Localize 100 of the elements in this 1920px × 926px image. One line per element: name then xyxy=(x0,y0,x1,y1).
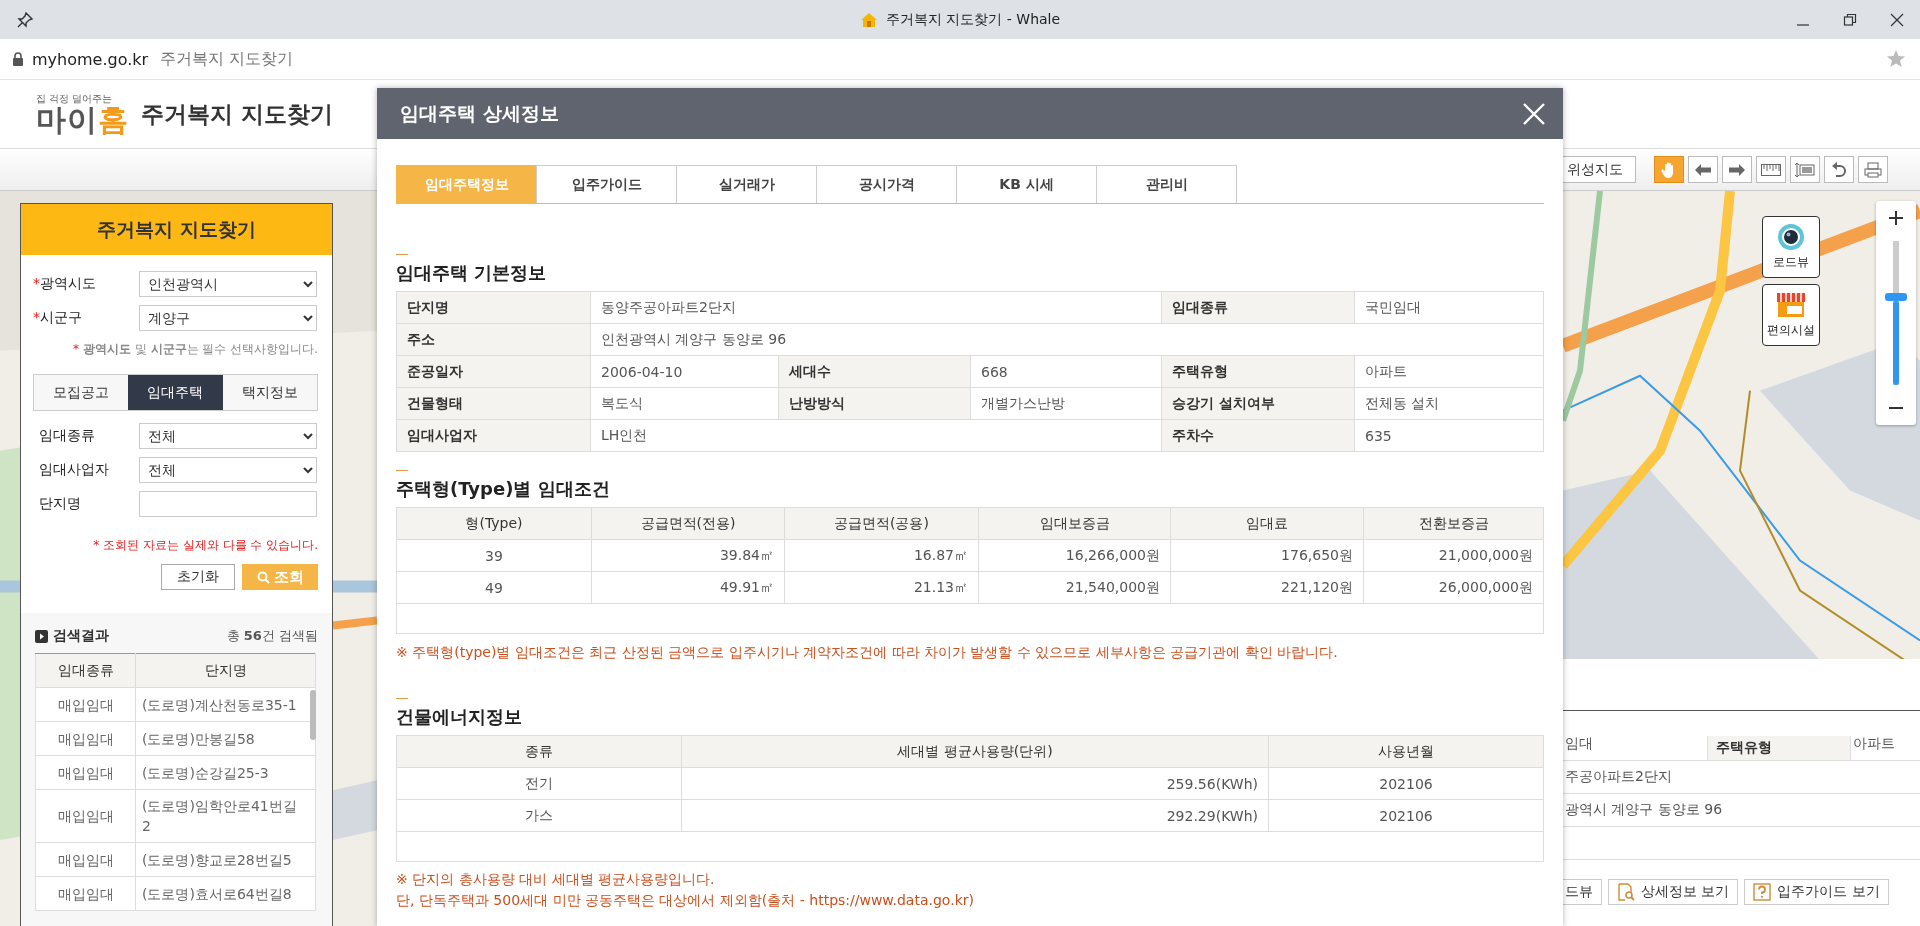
table-cell: 202106 xyxy=(1268,799,1544,832)
section-title: 주택형(Type)별 임대조건 xyxy=(396,477,611,501)
notice-text: 단, 단독주택과 500세대 미만 공동주택은 대상에서 제외함(출처 - https://www.data.go.kr) xyxy=(396,891,975,910)
filter-select[interactable]: 전체 xyxy=(139,457,317,483)
forward-button[interactable] xyxy=(1722,156,1752,183)
field-label: 임대사업자 xyxy=(38,461,110,479)
field-value: 광역시 계양구 동양로 96 xyxy=(1564,800,1724,819)
field-label: 건물형태 xyxy=(396,387,591,420)
category-tab[interactable]: 모집공고 xyxy=(34,375,129,410)
column-header: 공급면적(전용) xyxy=(591,507,785,540)
right-arrow-icon xyxy=(1728,162,1746,177)
table-cell: 49.91㎡ xyxy=(591,571,785,604)
table-cell: 292.29(KWh) xyxy=(681,799,1269,832)
field-value: 아파트 xyxy=(1852,734,1896,753)
region-select[interactable]: 계양구 xyxy=(139,305,317,331)
table-cell: 202106 xyxy=(1268,767,1544,800)
field-value: 복도식 xyxy=(590,387,779,420)
reset-button[interactable]: 초기화 xyxy=(161,564,235,590)
table-cell: 가스 xyxy=(396,799,682,832)
results-title: 검색결과 xyxy=(53,627,109,645)
column-header: 종류 xyxy=(396,735,682,768)
site-logo[interactable]: 집 걱정 덜어주는 마이홈 xyxy=(36,93,129,135)
notice-text: ※ 주택형(type)별 임대조건은 최근 산정된 금액으로 입주시기나 계약자조건에 따라 차이가 발생할 수 있으므로 세부사항은 공급기관에 확인 바랍니다. xyxy=(396,643,1339,662)
result-row[interactable]: 매입임대 (도로명)효서로64번길8 xyxy=(35,876,316,911)
pan-tool-button[interactable] xyxy=(1654,156,1684,183)
column-header: 임대보증금 xyxy=(978,507,1171,540)
field-label: 단지명 xyxy=(38,495,82,513)
column-header: 임대종류 xyxy=(35,653,136,688)
play-square-icon xyxy=(35,629,48,643)
detail-tab[interactable]: 입주가이드 xyxy=(536,165,677,203)
search-icon xyxy=(256,570,270,584)
satellite-map-button[interactable]: 위성지도 xyxy=(1560,156,1636,183)
star-icon[interactable] xyxy=(1886,49,1906,69)
table-cell: (도로명)효서로64번길8 xyxy=(135,876,316,911)
distance-tool-button[interactable] xyxy=(1756,156,1786,183)
close-icon[interactable] xyxy=(1890,12,1904,27)
category-tab[interactable]: 임대주택 xyxy=(128,375,223,410)
table-cell: (도로명)임학안로41번길2 xyxy=(135,789,316,843)
back-button[interactable] xyxy=(1688,156,1718,183)
site-title: 주거복지 지도찾기 xyxy=(141,99,333,129)
table-cell: 21,000,000원 xyxy=(1363,539,1544,572)
field-label: *시군구 xyxy=(33,309,83,327)
field-value: 개별가스난방 xyxy=(970,387,1162,420)
result-row[interactable]: 매입임대 (도로명)향교로28번길5 xyxy=(35,842,316,877)
print-button[interactable] xyxy=(1858,156,1888,183)
table-cell: 매입임대 xyxy=(35,876,136,911)
table-cell: 176,650원 xyxy=(1170,539,1364,572)
name-input-field[interactable] xyxy=(139,491,317,517)
field-value: 국민임대 xyxy=(1354,291,1544,324)
undo-icon xyxy=(1831,161,1847,178)
result-row[interactable]: 매입임대 (도로명)순강길25-3 xyxy=(35,755,316,790)
field-label: 임대종류 xyxy=(38,427,96,445)
left-arrow-icon xyxy=(1694,162,1712,177)
facilities-button[interactable]: 편의시설 xyxy=(1762,284,1820,346)
table-cell: 259.56(KWh) xyxy=(681,767,1269,800)
filter-select[interactable]: 전체 xyxy=(139,423,317,449)
field-label: 주차수 xyxy=(1161,419,1355,452)
guide-button[interactable]: 입주가이드 보기 xyxy=(1744,879,1889,905)
table-cell: 매입임대 xyxy=(35,687,136,722)
category-tab[interactable]: 택지정보 xyxy=(222,375,317,410)
slider-thumb[interactable] xyxy=(1885,292,1907,301)
table-cell: 매입임대 xyxy=(35,721,136,756)
lock-icon xyxy=(12,52,24,66)
column-header: 임대료 xyxy=(1170,507,1364,540)
column-header: 전환보증금 xyxy=(1363,507,1544,540)
detail-tab[interactable]: 관리비 xyxy=(1096,165,1237,203)
field-label: 승강기 설치여부 xyxy=(1161,387,1355,420)
table-cell: 221,120원 xyxy=(1170,571,1364,604)
field-value: 635 xyxy=(1354,419,1544,452)
column-header: 세대별 평균사용량(단위) xyxy=(681,735,1269,768)
area-tool-button[interactable] xyxy=(1790,156,1820,183)
column-header: 단지명 xyxy=(135,653,316,688)
table-cell: 16,266,000원 xyxy=(978,539,1171,572)
undo-button[interactable] xyxy=(1824,156,1854,183)
region-select[interactable]: 인천광역시 xyxy=(139,271,317,297)
field-label: 준공일자 xyxy=(396,355,591,388)
field-value: 인천광역시 계양구 동양로 96 xyxy=(590,323,1544,356)
field-label: 임대종류 xyxy=(1161,291,1355,324)
result-row[interactable]: 매입임대 (도로명)임학안로41번길2 xyxy=(35,789,316,843)
window-title: 주거복지 지도찾기 - Whale xyxy=(885,10,1061,29)
roadview-button[interactable]: 로드뷰 xyxy=(1762,216,1820,278)
restore-icon[interactable] xyxy=(1843,12,1857,27)
table-cell: 49 xyxy=(396,571,592,604)
details-button[interactable]: 상세정보 보기 xyxy=(1608,879,1739,905)
table-cell: 16.87㎡ xyxy=(784,539,979,572)
house-icon xyxy=(859,10,878,29)
scrollbar[interactable] xyxy=(310,690,316,740)
area-icon xyxy=(1795,161,1815,178)
url-text[interactable]: myhome.go.kr xyxy=(32,49,149,69)
field-label: *광역시도 xyxy=(33,275,97,293)
ruler-icon xyxy=(1761,163,1781,176)
dialog-title: 임대주택 상세정보 xyxy=(400,100,559,126)
printer-icon xyxy=(1864,161,1882,178)
table-cell: 전기 xyxy=(396,767,682,800)
table-cell: 39 xyxy=(396,539,592,572)
section-title: 건물에너지정보 xyxy=(396,705,523,729)
roadview-button[interactable]: 드뷰 xyxy=(1563,879,1602,905)
pin-icon[interactable] xyxy=(16,10,34,29)
table-cell: 매입임대 xyxy=(35,842,136,877)
table-cell: (도로명)향교로28번길5 xyxy=(135,842,316,877)
